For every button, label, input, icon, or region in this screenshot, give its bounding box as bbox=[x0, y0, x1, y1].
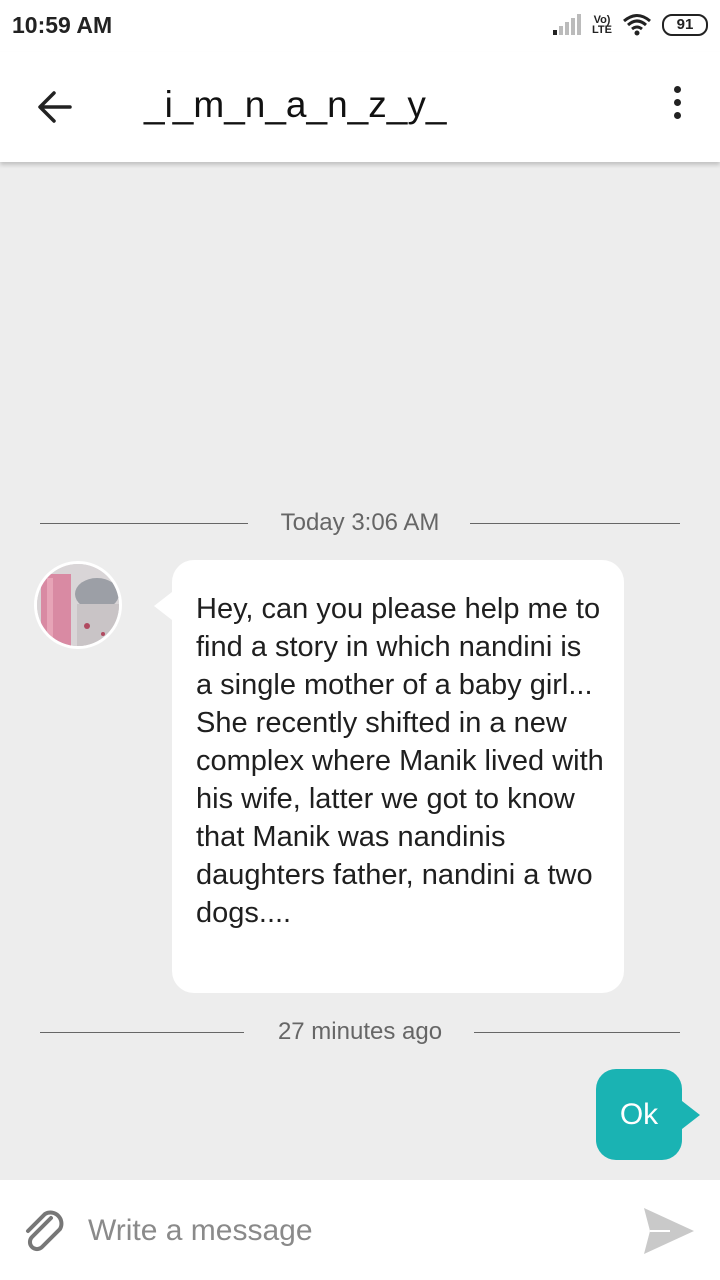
app-header: _i_m_n_a_n_z_y_ bbox=[0, 52, 720, 162]
signal-icon bbox=[553, 14, 582, 35]
arrow-left-icon bbox=[38, 91, 72, 123]
paperclip-icon bbox=[26, 1210, 64, 1252]
incoming-message-bubble: Hey, can you please help me to find a st… bbox=[154, 560, 624, 993]
outgoing-message-bubble: Ok bbox=[596, 1069, 700, 1160]
more-options-button[interactable] bbox=[662, 86, 692, 126]
battery-icon: 91 bbox=[662, 14, 708, 36]
attach-button[interactable] bbox=[18, 1204, 72, 1258]
more-vert-icon bbox=[673, 86, 681, 93]
time-divider-label: 27 minutes ago bbox=[277, 1018, 443, 1045]
time-divider: 27 minutes ago bbox=[40, 1018, 680, 1048]
back-button[interactable] bbox=[30, 82, 80, 132]
avatar[interactable] bbox=[34, 561, 122, 649]
message-input[interactable] bbox=[88, 1206, 608, 1256]
volte-icon: Vo) LTE bbox=[592, 14, 612, 36]
status-time: 10:59 AM bbox=[12, 12, 113, 38]
message-composer bbox=[0, 1180, 720, 1280]
status-icons: Vo) LTE 91 bbox=[552, 10, 708, 40]
status-bar: 10:59 AM Vo) LTE 91 bbox=[0, 0, 720, 52]
date-divider-label: Today 3:06 AM bbox=[280, 509, 440, 536]
conversation-title: _i_m_n_a_n_z_y_ bbox=[144, 84, 447, 125]
date-divider: Today 3:06 AM bbox=[40, 509, 680, 539]
send-icon bbox=[644, 1208, 694, 1254]
send-button[interactable] bbox=[640, 1202, 698, 1260]
wifi-icon bbox=[623, 14, 651, 36]
